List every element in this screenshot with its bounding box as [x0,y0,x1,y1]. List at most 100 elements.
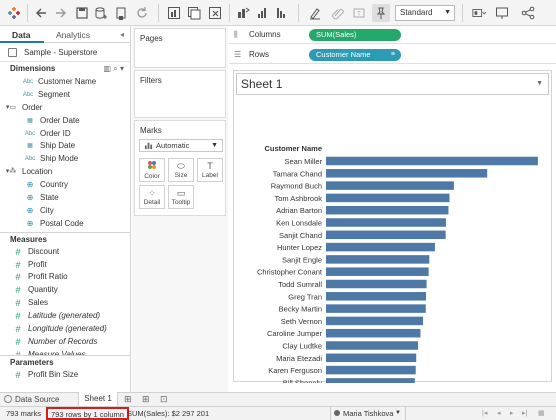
dimensions-tools[interactable]: ▥ ⌕ ▾ [104,62,125,76]
last-sheet-icon[interactable]: ▸| [522,409,527,417]
dimension-field[interactable]: ⊕ City [0,205,130,218]
label-icon[interactable]: T [351,4,367,22]
dimension-field[interactable]: Abc Customer Name [0,76,130,89]
dimension-field[interactable]: ⊕ Country [0,179,130,192]
filters-shelf[interactable]: Filters [134,70,226,118]
new-datasource-icon[interactable] [93,4,109,22]
chevron-down-icon: ▼ [395,410,401,416]
data-source-tab-label: Data Source [15,395,60,404]
bar[interactable] [326,267,429,276]
measure-field[interactable]: # Discount [0,246,130,259]
rows-shelf[interactable]: ☰ Rows Customer Name ≡ [229,46,556,64]
dimension-field[interactable]: Abc Ship Mode [0,153,130,166]
color-button[interactable]: Color [139,158,165,182]
measure-field[interactable]: # Quantity [0,284,130,297]
columns-shelf[interactable]: ⫼ Columns SUM(Sales) [229,26,556,44]
size-button[interactable]: ⬭ Size [168,158,194,182]
new-story-icon[interactable]: ⊡ [160,394,168,405]
grid-icon[interactable]: ▦ [538,409,545,417]
dimensions-label: Dimensions [10,64,56,73]
dimension-field[interactable]: ⊕ State [0,192,130,205]
duplicate-icon[interactable] [186,4,202,22]
dimension-label: Country [40,180,69,190]
bar[interactable] [326,304,426,313]
bar[interactable] [326,353,417,363]
show-cards-icon[interactable] [468,4,490,22]
sheet-tab[interactable]: Sheet 1 [78,392,118,407]
highlight-icon[interactable] [306,4,324,22]
measure-field[interactable]: # Latitude (generated) [0,310,130,323]
bar[interactable] [326,292,427,301]
bar[interactable] [326,230,446,240]
measure-field[interactable]: # Profit [0,259,130,272]
bar[interactable] [326,193,450,203]
datasource-item[interactable]: Sample - Superstore [0,43,130,62]
columns-pill[interactable]: SUM(Sales) [309,29,401,41]
pages-shelf[interactable]: Pages [134,28,226,68]
first-sheet-icon[interactable]: |◂ [482,409,487,417]
swap-icon[interactable] [234,4,252,22]
status-bar: 793 marks 793 rows by 1 column SUM(Sales… [0,406,556,420]
user-menu[interactable]: Maria Tishkova ▼ [330,407,406,420]
bar[interactable] [326,181,454,190]
new-sheet-icon[interactable] [164,4,184,22]
bar[interactable] [326,205,449,215]
measure-field[interactable]: # Number of Records [0,336,130,349]
tooltip-button[interactable]: ▭ Tooltip [168,185,194,209]
detail-button[interactable]: ⁘ Detail [139,185,165,209]
bar[interactable] [326,341,419,350]
back-icon[interactable] [33,4,49,22]
bar[interactable] [326,218,446,227]
group-icon[interactable] [330,4,346,22]
next-sheet-icon[interactable]: ▸ [510,409,514,417]
measure-field[interactable]: # Longitude (generated) [0,323,130,336]
dimension-label: State [40,193,59,203]
forward-icon[interactable] [53,4,69,22]
bar[interactable] [326,328,421,338]
bar[interactable] [326,378,415,383]
bar[interactable] [326,316,424,326]
measure-label: Latitude (generated) [28,311,101,321]
prev-sheet-icon[interactable]: ◂ [497,409,501,417]
collapse-icon[interactable]: ◂ [120,30,124,39]
bar[interactable] [326,169,488,178]
dimension-field[interactable]: Abc Segment [0,89,130,102]
pause-icon[interactable] [113,4,129,22]
rows-pill[interactable]: Customer Name ≡ [309,49,401,61]
bar[interactable] [326,242,435,252]
dimension-field[interactable]: ▦ Ship Date [0,140,130,153]
tab-analytics[interactable]: Analytics [56,30,90,40]
bar[interactable] [326,255,430,264]
dimension-field[interactable]: ⊕ Postal Code [0,218,130,231]
dimension-field[interactable]: Abc Order ID [0,128,130,141]
size-icon: ⬭ [177,161,185,171]
pin-icon[interactable] [372,4,390,22]
measure-field[interactable]: # Profit Ratio [0,271,130,284]
globe-icon: ⊕ [26,193,34,203]
tableau-logo-icon[interactable] [6,4,22,22]
mark-type-select[interactable]: Automatic ▼ [139,139,223,152]
new-worksheet-icon[interactable]: ⊞ [124,394,132,405]
measure-field[interactable]: # Sales [0,297,130,310]
data-source-tab[interactable]: Data Source [2,393,59,406]
parameter-field[interactable]: # Profit Bin Size [0,369,130,382]
category-label: Adrian Barton [276,206,322,215]
sort-asc-icon[interactable] [255,4,271,22]
new-dashboard-icon[interactable]: ⊞ [142,394,150,405]
bar[interactable] [326,365,416,375]
fit-select-value: Standard [400,8,433,17]
sort-desc-icon[interactable] [274,4,290,22]
dimension-field[interactable]: ▾⁂ Location [0,166,130,179]
tab-data[interactable]: Data [12,30,30,40]
dimension-field[interactable]: ▾▭ Order [0,102,130,115]
share-icon[interactable] [520,4,536,22]
dimension-field[interactable]: ▦ Order Date [0,115,130,128]
refresh-icon[interactable] [132,4,152,22]
presentation-icon[interactable] [494,4,510,22]
fit-select[interactable]: Standard ▼ [395,5,455,21]
save-icon[interactable] [74,4,90,22]
bar[interactable] [326,279,427,289]
clear-sheet-icon[interactable] [206,4,224,22]
label-button[interactable]: T Label [197,158,223,182]
bar[interactable] [326,156,538,166]
